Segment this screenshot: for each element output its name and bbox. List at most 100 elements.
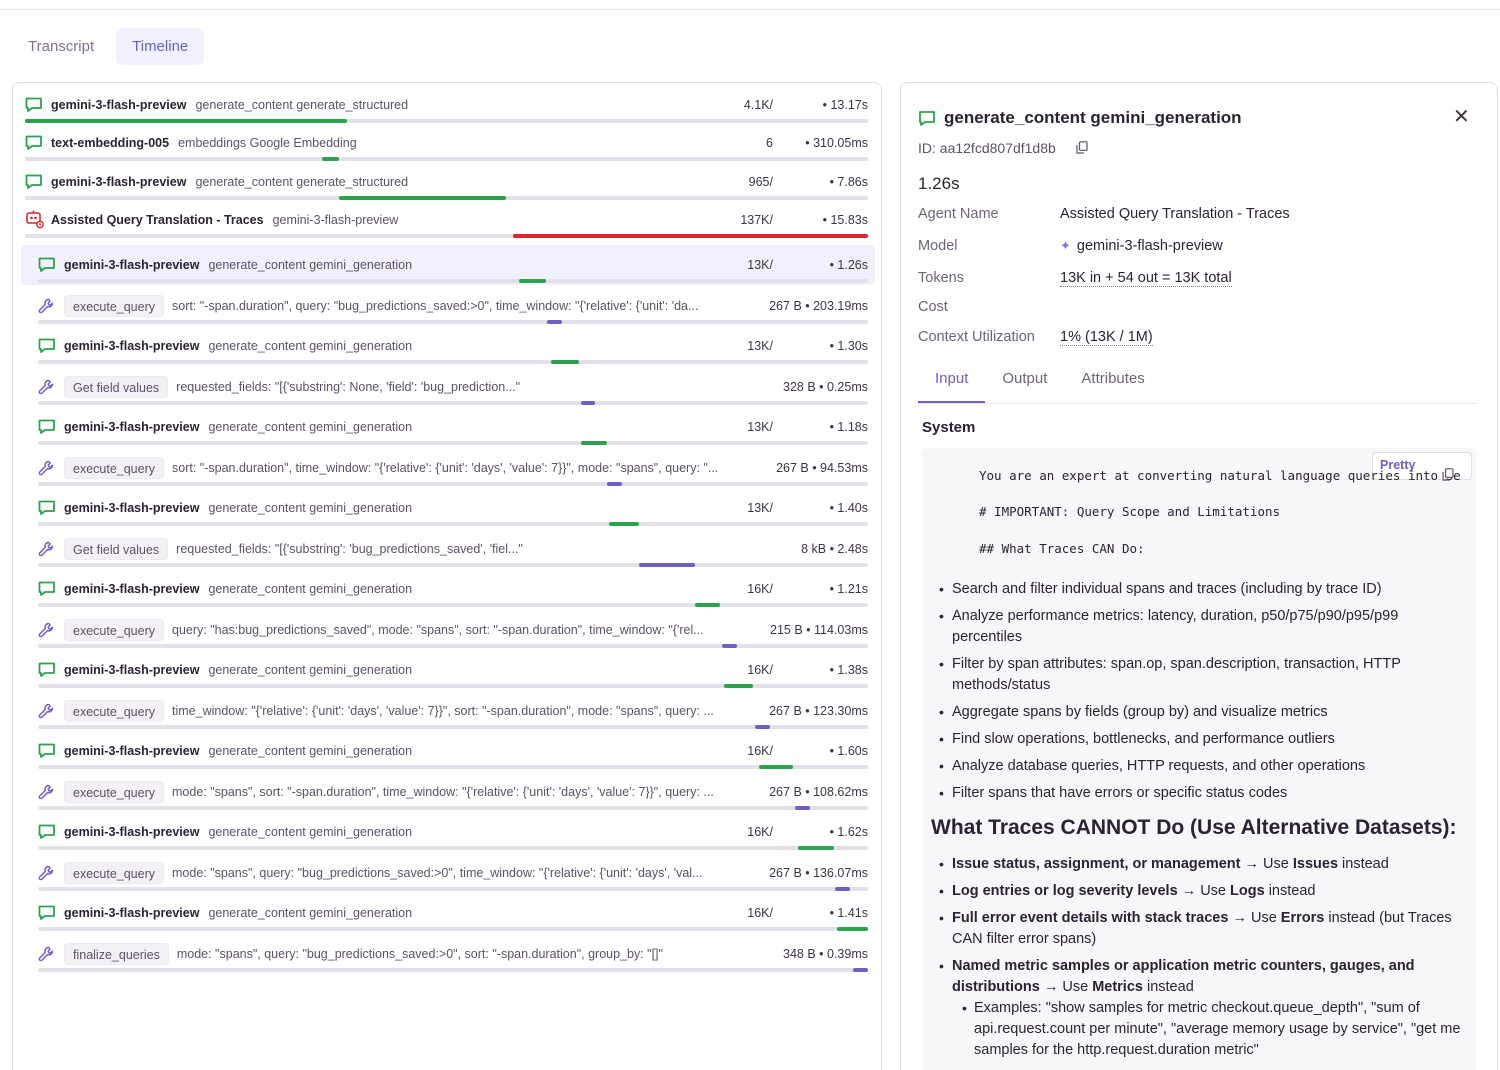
copy-icon[interactable] bbox=[1076, 141, 1088, 157]
wrench-icon bbox=[38, 622, 56, 638]
tool-span-row[interactable]: Get field values 8 kB • 2.48s requested_fi… bbox=[21, 529, 875, 569]
duration-bar bbox=[853, 967, 868, 972]
tool-span-row[interactable]: Get field values 328 B • 0.25ms requested_… bbox=[21, 367, 875, 407]
span-duration: • 310.05ms bbox=[805, 136, 868, 150]
list-item: Full error event details with stack trac… bbox=[939, 908, 1467, 950]
span-tokens: 16K/ bbox=[747, 825, 773, 839]
span-meta: 328 B • 0.25ms bbox=[783, 379, 868, 394]
wrench-icon bbox=[38, 703, 56, 719]
llm-span-row[interactable]: text-embedding-005 • 310.05ms 6 embeddings … bbox=[13, 123, 875, 163]
span-description: gemini-3-flash-preview bbox=[272, 213, 399, 227]
span-tokens: 13K/ bbox=[747, 258, 773, 272]
span-duration: • 1.18s bbox=[829, 420, 868, 434]
span-title: gemini-3-flash-preview bbox=[51, 98, 187, 112]
span-title: gemini-3-flash-preview bbox=[64, 663, 200, 677]
span-description: generate_content generate_structured bbox=[195, 175, 409, 189]
span-title: gemini-3-flash-preview bbox=[64, 420, 200, 434]
cannot-heading: What Traces CANNOT Do (Use Alternative D… bbox=[931, 816, 1457, 839]
system-prompt-box: Pretty You are an expert at converting n… bbox=[922, 448, 1476, 1070]
list-item: Named metric samples or application metr… bbox=[939, 956, 1467, 998]
span-meta: 267 B • 203.19ms bbox=[769, 298, 868, 313]
span-duration: • 1.26s bbox=[829, 258, 868, 272]
tab-attributes[interactable]: Attributes bbox=[1064, 364, 1161, 403]
copy-icon[interactable] bbox=[1442, 468, 1454, 484]
close-icon[interactable]: ✕ bbox=[1453, 107, 1470, 127]
duration-track bbox=[38, 522, 868, 526]
field-label-context-utilization: Context Utilization bbox=[918, 329, 1035, 345]
chat-bubble-icon bbox=[25, 97, 43, 113]
duration-bar bbox=[609, 522, 639, 526]
duration-bar bbox=[834, 886, 850, 891]
span-duration: • 1.40s bbox=[829, 501, 868, 515]
duration-track bbox=[38, 724, 868, 729]
field-value-tokens[interactable]: 13K in + 54 out = 13K total bbox=[1060, 270, 1232, 287]
chat-bubble-icon bbox=[25, 135, 43, 151]
llm-span-row[interactable]: gemini-3-flash-preview • 1.41s 16K/generat… bbox=[21, 893, 875, 933]
model-name: gemini-3-flash-preview bbox=[1076, 238, 1223, 254]
llm-span-row[interactable]: gemini-3-flash-preview • 1.38s 16K/generat… bbox=[21, 650, 875, 690]
span-tokens: 13K/ bbox=[747, 420, 773, 434]
tool-span-row[interactable]: execute_query 267 B • 203.19ms sort: "-spa… bbox=[21, 286, 875, 326]
llm-span-row[interactable]: gemini-3-flash-preview • 1.30s 13K/generat… bbox=[21, 326, 875, 366]
llm-span-row[interactable]: gemini-3-flash-preview • 1.62s 16K/generat… bbox=[21, 812, 875, 852]
span-meta: 267 B • 94.53ms bbox=[776, 460, 868, 475]
tool-span-row[interactable]: execute_query 215 B • 114.03ms query: "has… bbox=[21, 610, 875, 650]
span-tokens: 4.1K/ bbox=[743, 98, 773, 112]
detail-tabs: Input Output Attributes bbox=[918, 364, 1162, 403]
tab-output[interactable]: Output bbox=[985, 364, 1064, 403]
span-duration: • 15.83s bbox=[822, 213, 868, 227]
tool-span-row[interactable]: execute_query 267 B • 123.30ms time_window… bbox=[21, 691, 875, 731]
llm-span-row[interactable]: gemini-3-flash-preview • 1.26s 13K/generat… bbox=[21, 245, 875, 285]
span-duration: • 1.41s bbox=[829, 906, 868, 920]
timeline-panel: gemini-3-flash-preview • 13.17s 4.1K/gener… bbox=[12, 82, 882, 1070]
duration-bar bbox=[794, 805, 810, 810]
list-item: Issue status, assignment, or management … bbox=[939, 854, 1467, 875]
list-item: Analyze database queries, HTTP requests,… bbox=[939, 756, 1467, 777]
span-tokens: 137K/ bbox=[740, 213, 773, 227]
span-meta: 8 kB • 2.48s bbox=[801, 541, 868, 556]
tab-transcript[interactable]: Transcript bbox=[12, 28, 110, 65]
tab-timeline[interactable]: Timeline bbox=[116, 28, 205, 65]
span-description: generate_content gemini_generation bbox=[208, 663, 413, 677]
span-tokens: 965/ bbox=[748, 175, 773, 189]
field-value-context-utilization[interactable]: 1% (13K / 1M) bbox=[1060, 329, 1153, 346]
system-label: System bbox=[922, 419, 976, 436]
duration-bar bbox=[607, 481, 623, 486]
duration-bar bbox=[759, 765, 794, 769]
tab-input[interactable]: Input bbox=[918, 364, 986, 403]
span-meta: 267 B • 123.30ms bbox=[769, 703, 868, 718]
duration-track bbox=[38, 400, 868, 405]
llm-span-row[interactable]: gemini-3-flash-preview • 1.18s 13K/generat… bbox=[21, 407, 875, 447]
chat-bubble-icon bbox=[38, 824, 56, 840]
duration-track bbox=[38, 967, 868, 972]
llm-span-row[interactable]: gemini-3-flash-preview • 7.86s 965/generat… bbox=[13, 162, 875, 202]
tool-name-chip: execute_query bbox=[64, 456, 165, 479]
llm-span-row[interactable]: gemini-3-flash-preview • 13.17s 4.1K/gener… bbox=[13, 85, 875, 125]
llm-span-row[interactable]: gemini-3-flash-preview • 1.60s 16K/generat… bbox=[21, 731, 875, 771]
wrench-icon bbox=[38, 379, 56, 395]
field-label-tokens: Tokens bbox=[918, 270, 964, 286]
tool-span-row[interactable]: execute_query 267 B • 136.07ms mode: "span… bbox=[21, 853, 875, 893]
span-tokens: 16K/ bbox=[747, 663, 773, 677]
span-tokens: 16K/ bbox=[747, 582, 773, 596]
span-description: generate_content gemini_generation bbox=[208, 582, 413, 596]
tool-span-row[interactable]: execute_query 267 B • 108.62ms mode: "span… bbox=[21, 772, 875, 812]
chat-bubble-icon bbox=[38, 743, 56, 759]
span-description: requested_fields: "[{'substring': None, … bbox=[176, 379, 521, 394]
tool-span-row[interactable]: execute_query 267 B • 94.53ms sort: "-span… bbox=[21, 448, 875, 488]
tool-span-row[interactable]: finalize_queries 348 B • 0.39ms mode: "spa… bbox=[21, 934, 875, 974]
llm-span-row[interactable]: gemini-3-flash-preview • 1.40s 13K/generat… bbox=[21, 488, 875, 528]
wrench-icon bbox=[38, 865, 56, 881]
agent-span-row[interactable]: Assisted Query Translation - Traces • 15.… bbox=[13, 200, 875, 240]
llm-span-row[interactable]: gemini-3-flash-preview • 1.21s 16K/generat… bbox=[21, 569, 875, 609]
span-description: generate_content gemini_generation bbox=[208, 906, 413, 920]
chat-bubble-icon bbox=[38, 338, 56, 354]
detail-title: generate_content gemini_generation bbox=[944, 108, 1242, 127]
code-line: ## What Traces CAN Do: bbox=[979, 541, 1145, 556]
span-tokens: 16K/ bbox=[747, 744, 773, 758]
duration-track bbox=[38, 441, 868, 445]
duration-track bbox=[38, 603, 868, 607]
duration-bar bbox=[513, 234, 868, 238]
field-label-cost: Cost bbox=[918, 299, 948, 315]
span-duration: 1.26s bbox=[918, 174, 960, 193]
